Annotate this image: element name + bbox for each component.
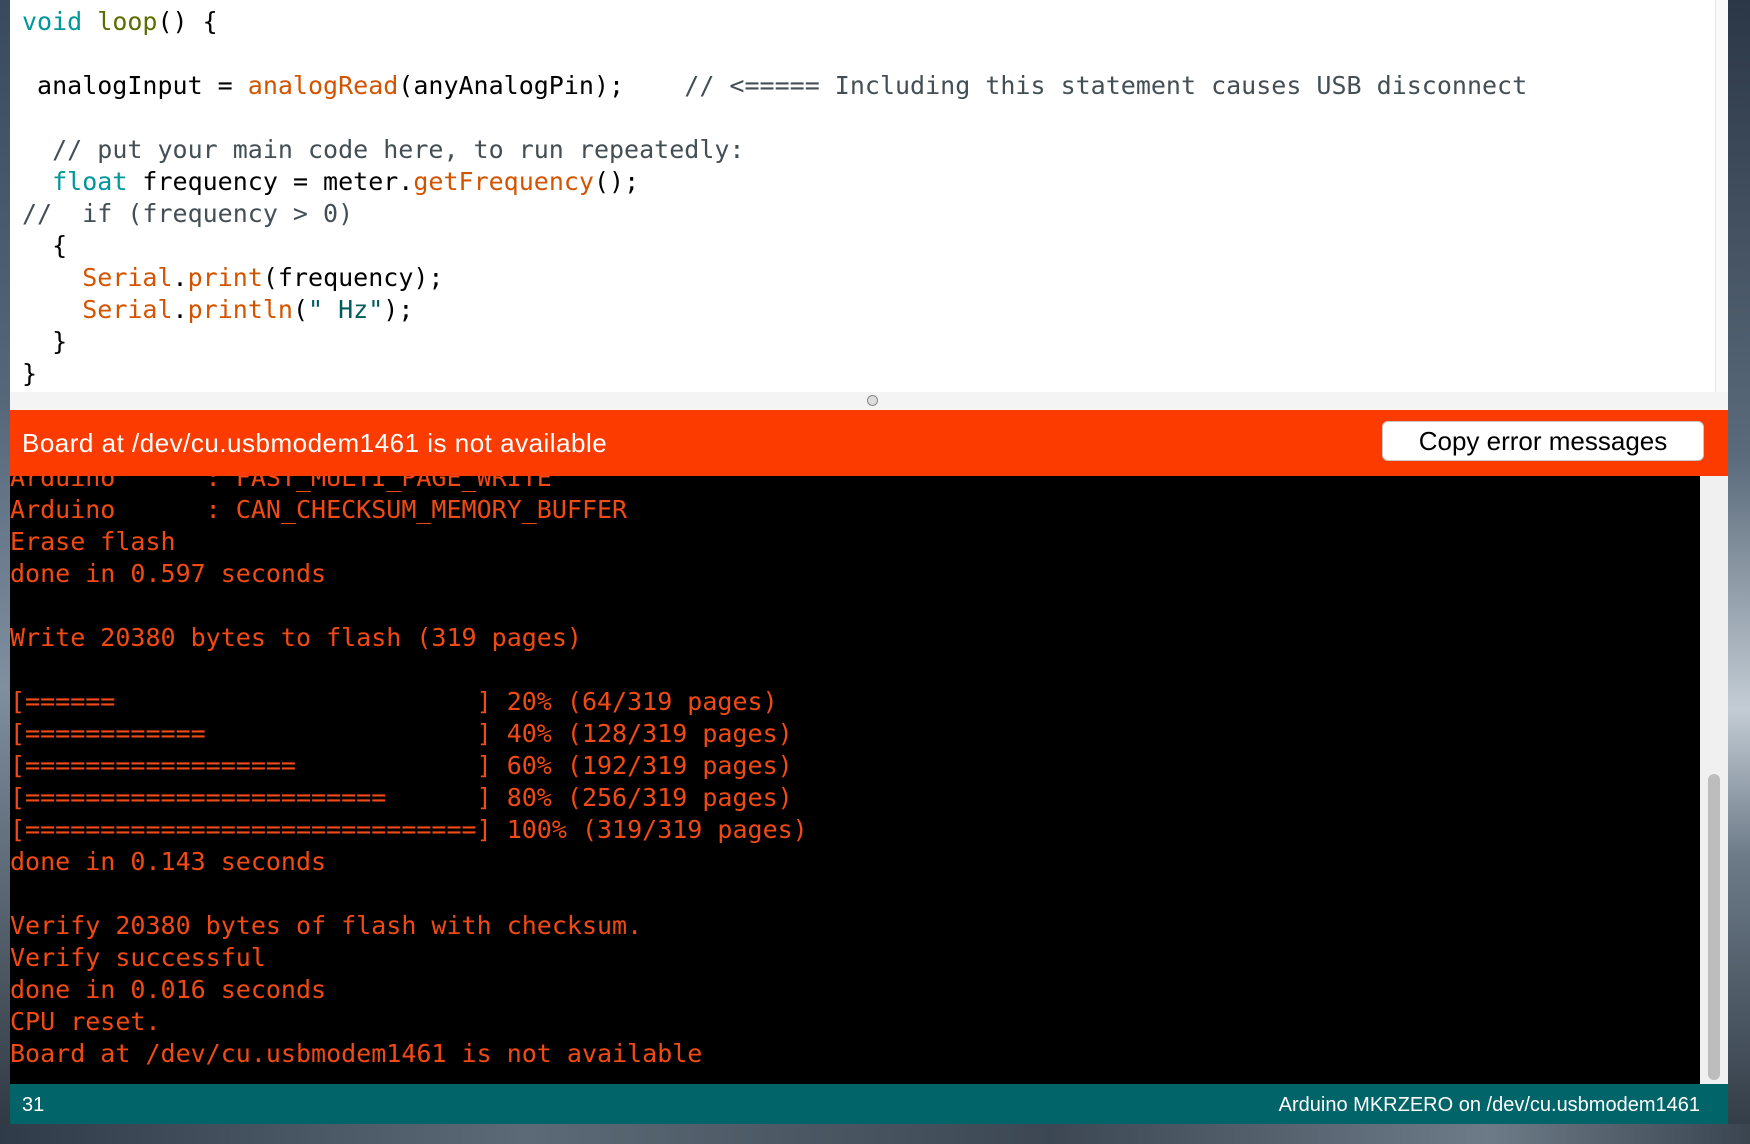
code-token: (anyAnalogPin); (398, 71, 685, 100)
board-port-info: Arduino MKRZERO on /dev/cu.usbmodem1461 (1278, 1094, 1700, 1116)
console-line: [================== ] 60% (192/319 pages… (10, 751, 793, 780)
current-line-number: 31 (22, 1094, 45, 1116)
code-line[interactable]: } (22, 358, 1728, 390)
code-line[interactable]: analogInput = analogRead(anyAnalogPin); … (22, 70, 1728, 102)
console-line: Board at /dev/cu.usbmodem1461 is not ava… (10, 1039, 703, 1068)
code-line[interactable]: { (22, 230, 1728, 262)
code-line[interactable]: void loop() { (22, 6, 1728, 38)
code-line[interactable] (22, 102, 1728, 134)
code-token: Serial (82, 263, 173, 292)
console-line: Verify 20380 bytes of flash with checksu… (10, 911, 643, 940)
code-line[interactable]: // if (frequency > 0) (22, 198, 1728, 230)
console-line: Write 20380 bytes to flash (319 pages) (10, 623, 582, 652)
desktop-wallpaper-bottom (0, 1124, 1750, 1144)
console-text: Arduino : FAST_MULTI_PAGE_WRITE Arduino :… (10, 476, 808, 1070)
console-line: Erase flash (10, 527, 176, 556)
code-line[interactable]: float frequency = meter.getFrequency(); (22, 166, 1728, 198)
code-token: // <===== Including this statement cause… (684, 71, 1528, 100)
console-line: CPU reset. (10, 1007, 161, 1036)
code-text[interactable]: void loop() { analogInput = analogRead(a… (10, 0, 1728, 390)
code-token: void (22, 7, 83, 36)
code-token: Serial (82, 295, 173, 324)
code-line[interactable]: Serial.print(frequency); (22, 262, 1728, 294)
code-token: . (172, 295, 188, 324)
code-line[interactable]: // put your main code here, to run repea… (22, 134, 1728, 166)
code-token: (frequency); (262, 263, 444, 292)
code-token: println (187, 295, 293, 324)
code-token: // put your main code here, to run repea… (52, 135, 745, 164)
console-scrollbar-thumb[interactable] (1708, 774, 1720, 1080)
console-scrollbar[interactable] (1700, 476, 1728, 1084)
splitter-handle-icon[interactable] (867, 395, 878, 406)
code-token: analogInput = (22, 71, 248, 100)
code-token: { (22, 231, 68, 260)
desktop-wallpaper (1728, 0, 1750, 1144)
code-token: } (22, 327, 68, 356)
status-bar: 31 Arduino MKRZERO on /dev/cu.usbmodem14… (10, 1084, 1728, 1124)
code-token: . (172, 263, 188, 292)
code-token: getFrequency (413, 167, 594, 196)
code-token: ); (383, 295, 414, 324)
code-line[interactable]: } (22, 326, 1728, 358)
code-token: // if (frequency > 0) (22, 199, 354, 228)
console-line: done in 0.143 seconds (10, 847, 327, 876)
console-line: [======================== ] 80% (256/319… (10, 783, 793, 812)
code-token: loop (97, 7, 158, 36)
console-line: done in 0.597 seconds (10, 559, 327, 588)
console-line: Arduino : CAN_CHECKSUM_MEMORY_BUFFER (10, 495, 628, 524)
console-line: Verify successful (10, 943, 266, 972)
code-token: } (22, 359, 38, 388)
error-message: Board at /dev/cu.usbmodem1461 is not ava… (22, 428, 608, 458)
console-line: [====== ] 20% (64/319 pages) (10, 687, 778, 716)
code-token: " Hz" (308, 295, 384, 324)
code-token: ( (292, 295, 309, 324)
code-token: float (52, 167, 128, 196)
console-output[interactable]: Arduino : FAST_MULTI_PAGE_WRITE Arduino :… (10, 476, 1728, 1084)
editor-scrollbar[interactable] (1715, 0, 1728, 392)
error-message-bar: Board at /dev/cu.usbmodem1461 is not ava… (10, 410, 1728, 476)
code-line[interactable] (22, 38, 1728, 70)
arduino-ide-window: void loop() { analogInput = analogRead(a… (10, 0, 1728, 1124)
code-token: () { (157, 7, 218, 36)
code-token: print (187, 263, 263, 292)
code-token: (); (593, 167, 640, 196)
code-line[interactable]: Serial.println(" Hz"); (22, 294, 1728, 326)
console-line: Arduino : FAST_MULTI_PAGE_WRITE (10, 476, 552, 492)
code-token: frequency = meter. (127, 167, 414, 196)
code-editor[interactable]: void loop() { analogInput = analogRead(a… (10, 0, 1728, 392)
code-token: analogRead (247, 71, 399, 100)
copy-error-messages-button[interactable]: Copy error messages (1382, 421, 1704, 461)
console-line: [==============================] 100% (3… (10, 815, 808, 844)
pane-splitter[interactable] (10, 392, 1728, 410)
console-line: [============ ] 40% (128/319 pages) (10, 719, 793, 748)
console-line: done in 0.016 seconds (10, 975, 327, 1004)
